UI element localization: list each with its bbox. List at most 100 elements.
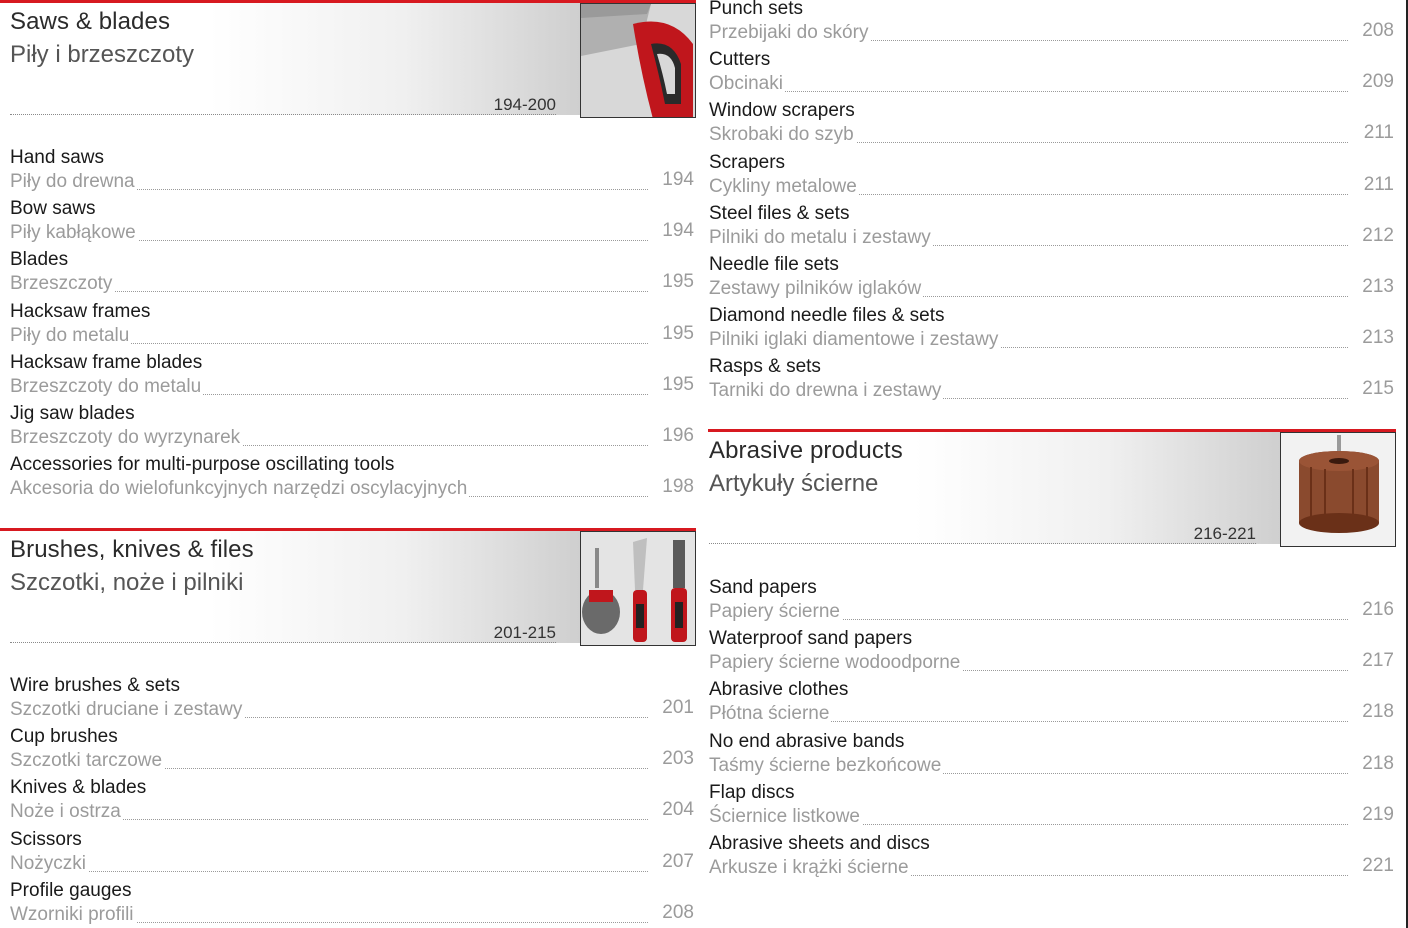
item-page: 215 xyxy=(1362,378,1394,400)
list-item[interactable]: Needle file sets Zestawy pilników iglakó… xyxy=(708,254,1396,305)
list-item[interactable]: Rasps & sets Tarniki do drewna i zestawy… xyxy=(708,356,1396,407)
item-subtitle: Pilniki do metalu i zestawy xyxy=(709,226,933,249)
item-subtitle: Szczotki tarczowe xyxy=(10,750,165,773)
section-subtitle: Piły i brzeszczoty xyxy=(10,41,195,68)
list-item[interactable]: Jig saw blades Brzeszczoty do wyrzynarek… xyxy=(0,403,696,454)
section-page-range: 194-200 xyxy=(493,95,556,114)
item-title: Blades xyxy=(10,249,69,271)
item-title: Bow saws xyxy=(10,198,96,220)
item-page: 208 xyxy=(1362,20,1394,41)
dotted-leader xyxy=(709,91,1348,93)
item-page: 211 xyxy=(1363,122,1394,144)
section-saws: Saws & blades Piły i brzeszczoty 194-200… xyxy=(0,0,696,501)
item-subtitle: Noże i ostrza xyxy=(10,801,123,824)
item-title: Diamond needle files & sets xyxy=(709,305,945,327)
list-item[interactable]: Waterproof sand papers Papiery ścierne w… xyxy=(708,628,1396,679)
dotted-leader xyxy=(10,114,556,115)
section-abrasive: Abrasive products Artykuły ścierne 216-2… xyxy=(708,429,1396,879)
item-subtitle: Piły kabłąkowe xyxy=(10,222,138,245)
item-title: Knives & blades xyxy=(10,777,147,799)
section-banner: Abrasive products Artykuły ścierne 216-2… xyxy=(708,429,1396,547)
list-item[interactable]: Abrasive clothes Płótna ścierne 218 xyxy=(708,679,1396,730)
section-page-range: 216-221 xyxy=(1193,524,1256,543)
item-title: No end abrasive bands xyxy=(709,730,905,752)
item-title: Abrasive clothes xyxy=(709,679,849,701)
section-banner: Saws & blades Piły i brzeszczoty 194-200 xyxy=(0,0,696,118)
item-page: 203 xyxy=(662,748,694,770)
list-item[interactable]: Wire brushes & sets Szczotki druciane i … xyxy=(0,675,696,726)
item-page: 208 xyxy=(662,901,694,923)
list-item[interactable]: Hacksaw frame blades Brzeszczoty do meta… xyxy=(0,352,696,403)
section-brushes: Brushes, knives & files Szczotki, noże i… xyxy=(0,528,696,926)
item-title: Accessories for multi-purpose oscillatin… xyxy=(10,454,395,476)
item-page: 204 xyxy=(662,799,694,821)
item-page: 221 xyxy=(1362,854,1394,876)
list-item[interactable]: No end abrasive bands Taśmy ścierne bezk… xyxy=(708,731,1396,782)
list-item[interactable]: Profile gauges Wzorniki profili 208 xyxy=(0,880,696,928)
item-title: Abrasive sheets and discs xyxy=(709,832,930,854)
list-item[interactable]: Window scrapers Skrobaki do szyb 211 xyxy=(708,100,1396,151)
item-title: Rasps & sets xyxy=(709,356,821,378)
item-page: 213 xyxy=(1362,327,1394,349)
list-item[interactable]: Punch sets Przebijaki do skóry 208 xyxy=(708,0,1396,49)
list-item[interactable]: Abrasive sheets and discs Arkusze i krąż… xyxy=(708,833,1396,884)
list-item[interactable]: Cup brushes Szczotki tarczowe 203 xyxy=(0,726,696,777)
item-title: Flap discs xyxy=(709,781,795,803)
item-page: 195 xyxy=(662,322,694,344)
list-item[interactable]: Scissors Nożyczki 207 xyxy=(0,829,696,880)
item-title: Cutters xyxy=(709,49,771,71)
item-title: Scrapers xyxy=(709,151,786,173)
list-item[interactable]: Hand saws Piły do drewna 194 xyxy=(0,147,696,198)
item-subtitle: Cykliny metalowe xyxy=(709,175,859,198)
item-subtitle: Piły do metalu xyxy=(10,324,132,347)
list-item[interactable]: Steel files & sets Pilniki do metalu i z… xyxy=(708,203,1396,254)
item-subtitle: Zestawy pilników iglaków xyxy=(709,277,924,300)
item-subtitle: Taśmy ścierne bezkońcowe xyxy=(709,754,944,777)
item-subtitle: Pilniki iglaki diamentowe i zestawy xyxy=(709,329,1001,352)
item-subtitle: Piły do drewna xyxy=(10,171,137,193)
item-title: Needle file sets xyxy=(709,253,839,275)
item-subtitle: Brzeszczoty xyxy=(10,273,115,296)
item-page: 218 xyxy=(1362,701,1394,723)
list-item[interactable]: Hacksaw frames Piły do metalu 195 xyxy=(0,301,696,352)
list-item[interactable]: Flap discs Ściernice listkowe 219 xyxy=(708,782,1396,833)
list-item[interactable]: Scrapers Cykliny metalowe 211 xyxy=(708,152,1396,203)
item-title: Profile gauges xyxy=(10,879,132,901)
item-title: Waterproof sand papers xyxy=(709,628,913,650)
item-subtitle: Przebijaki do skóry xyxy=(709,22,871,44)
list-item[interactable]: Knives & blades Noże i ostrza 204 xyxy=(0,777,696,828)
item-subtitle: Szczotki druciane i zestawy xyxy=(10,699,245,721)
section-banner: Brushes, knives & files Szczotki, noże i… xyxy=(0,528,696,646)
list-item[interactable]: Accessories for multi-purpose oscillatin… xyxy=(0,454,696,505)
item-subtitle: Papiery ścierne xyxy=(709,601,842,623)
item-page: 218 xyxy=(1362,752,1394,774)
section-subtitle: Szczotki, noże i pilniki xyxy=(10,569,244,596)
list-item[interactable]: Bow saws Piły kabłąkowe 194 xyxy=(0,198,696,249)
item-title: Wire brushes & sets xyxy=(10,675,180,696)
section-subtitle: Artykuły ścierne xyxy=(709,470,879,497)
entry-list: Wire brushes & sets Szczotki druciane i … xyxy=(0,675,696,928)
item-title: Sand papers xyxy=(709,577,817,598)
item-subtitle: Akcesoria do wielofunkcyjnych narzędzi o… xyxy=(10,478,470,501)
item-subtitle: Arkusze i krążki ścierne xyxy=(709,856,911,879)
item-page: 217 xyxy=(1362,650,1394,672)
list-item[interactable]: Blades Brzeszczoty 195 xyxy=(0,249,696,300)
dotted-leader xyxy=(10,642,556,643)
item-subtitle: Nożyczki xyxy=(10,852,89,875)
item-page: 213 xyxy=(1362,275,1394,297)
list-item[interactable]: Diamond needle files & sets Pilniki igla… xyxy=(708,305,1396,356)
list-item[interactable]: Sand papers Papiery ścierne 216 xyxy=(708,577,1396,628)
item-page: 195 xyxy=(662,271,694,293)
section-page-range: 201-215 xyxy=(493,623,556,642)
item-page: 219 xyxy=(1362,803,1394,825)
item-subtitle: Wzorniki profili xyxy=(10,903,136,926)
item-subtitle: Papiery ścierne wodoodporne xyxy=(709,652,963,675)
entry-list: Hand saws Piły do drewna 194 Bow saws Pi… xyxy=(0,147,696,505)
item-title: Window scrapers xyxy=(709,100,855,122)
item-page: 194 xyxy=(662,169,694,190)
item-page: 211 xyxy=(1363,173,1394,195)
item-page: 216 xyxy=(1362,599,1394,620)
section-title: Abrasive products xyxy=(709,437,903,464)
list-item[interactable]: Cutters Obcinaki 209 xyxy=(708,49,1396,100)
section-title: Saws & blades xyxy=(10,8,171,35)
